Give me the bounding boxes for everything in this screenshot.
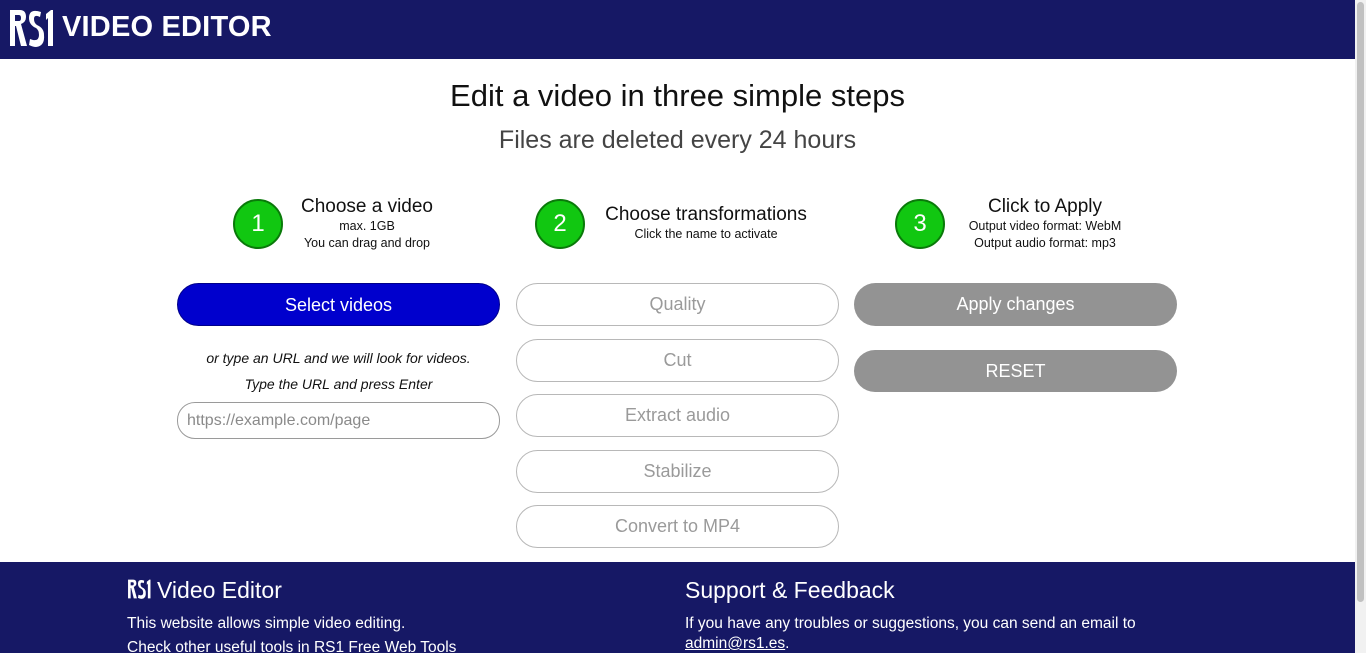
footer-brand-heading: Video Editor [127,577,282,604]
step-3-title: Click to Apply [987,196,1103,217]
vertical-scrollbar[interactable] [1355,0,1366,653]
step-3-line-2: Output audio format: mp3 [974,236,1116,250]
step-3-line-1: Output video format: WebM [968,219,1122,233]
quality-button[interactable]: Quality [516,283,839,326]
step-1-line-2: You can drag and drop [303,236,431,250]
extract-audio-button[interactable]: Extract audio [516,394,839,437]
footer-tools-text[interactable]: Check other useful tools in RS1 Free Web… [127,638,456,653]
apply-changes-button[interactable]: Apply changes [854,283,1177,326]
stabilize-button[interactable]: Stabilize [516,450,839,493]
step-3-description: Click to Apply Output video format: WebM… [950,196,1140,252]
step-2-badge: 2 [535,199,585,249]
select-videos-button[interactable]: Select videos [177,283,500,326]
support-line: If you have any troubles or suggestions,… [685,615,1136,632]
url-input[interactable] [177,402,500,439]
convert-to-mp4-button[interactable]: Convert to MP4 [516,505,839,548]
support-email-suffix: . [785,635,790,652]
step-1-description: Choose a video max. 1GB You can drag and… [287,196,447,252]
url-hint-line-2: Type the URL and press Enter [244,376,433,392]
step-2-title: Choose transformations [605,204,807,225]
footer-brand-title: Video Editor [157,577,282,603]
step-3-badge: 3 [895,199,945,249]
step-1-title: Choose a video [300,196,434,217]
page-title: Edit a video in three simple steps [450,78,905,113]
footer: Video Editor This website allows simple … [0,562,1355,653]
support-email-link[interactable]: admin@rs1.es [685,635,785,652]
support-heading: Support & Feedback [685,577,895,603]
footer-description: This website allows simple video editing… [127,615,406,632]
step-2-line-1: Click the name to activate [634,227,778,241]
rs1-logo[interactable] [8,8,54,48]
app-title[interactable]: VIDEO EDITOR [62,11,272,44]
top-navbar: VIDEO EDITOR [0,0,1355,59]
url-hint-line-1: or type an URL and we will look for vide… [206,350,471,366]
reset-button[interactable]: RESET [854,350,1177,392]
support-text: If you have any troubles or suggestions,… [685,614,1136,653]
page: VIDEO EDITOR Edit a video in three simpl… [0,0,1366,653]
step-1-badge: 1 [233,199,283,249]
rs1-logo [128,579,151,599]
cut-button[interactable]: Cut [516,339,839,382]
scrollbar-thumb[interactable] [1357,2,1364,602]
step-2-description: Choose transformations Click the name to… [591,204,821,243]
page-subtitle: Files are deleted every 24 hours [498,126,857,154]
step-1-line-1: max. 1GB [339,219,395,233]
